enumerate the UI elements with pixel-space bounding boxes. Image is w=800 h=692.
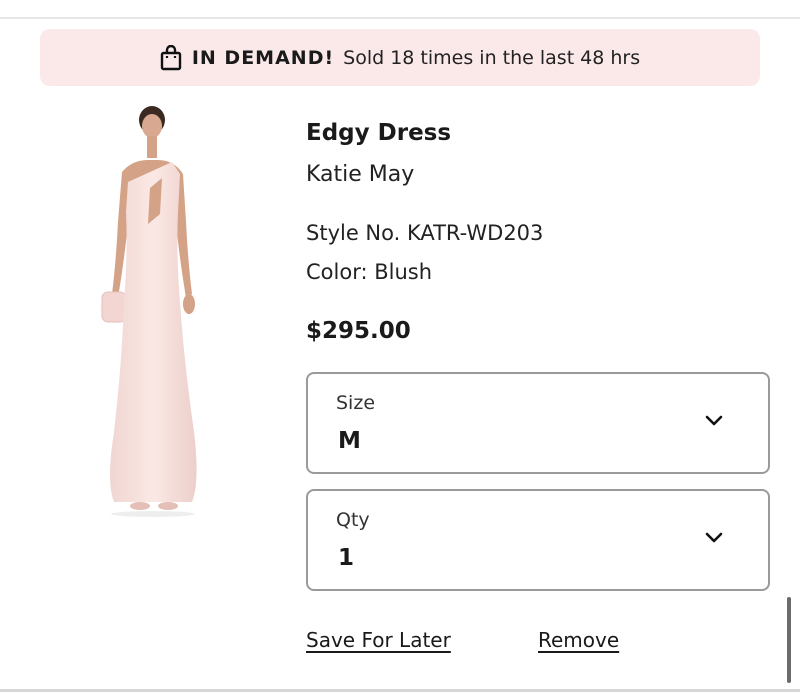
top-divider <box>0 17 800 19</box>
size-value: M <box>338 428 361 454</box>
qty-value: 1 <box>338 545 355 571</box>
in-demand-banner: IN DEMAND! Sold 18 times in the last 48 … <box>40 29 760 86</box>
product-brand: Katie May <box>306 162 415 187</box>
size-label: Size <box>336 392 376 414</box>
product-name[interactable]: Edgy Dress <box>306 120 451 146</box>
style-number: Style No. KATR-WD203 <box>306 221 544 245</box>
product-price: $295.00 <box>306 318 411 344</box>
scrollbar[interactable] <box>787 597 791 683</box>
shopping-bag-icon <box>160 44 182 70</box>
product-color: Color: Blush <box>306 260 433 284</box>
sold-count-text: Sold 18 times in the last 48 hrs <box>343 46 641 69</box>
remove-link[interactable]: Remove <box>538 628 619 652</box>
product-image[interactable] <box>88 102 218 520</box>
qty-label: Qty <box>336 509 370 531</box>
qty-select[interactable]: Qty 1 <box>306 489 770 591</box>
chevron-down-icon <box>705 415 723 426</box>
chevron-down-icon <box>705 532 723 543</box>
in-demand-label: IN DEMAND! <box>191 46 335 69</box>
save-for-later-link[interactable]: Save For Later <box>306 628 451 652</box>
size-select[interactable]: Size M <box>306 372 770 474</box>
